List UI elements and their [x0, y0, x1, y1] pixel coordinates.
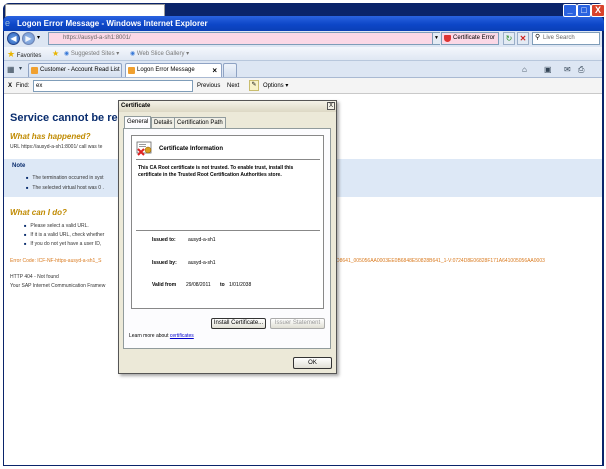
search-input[interactable]: Live Search [532, 32, 600, 45]
certificate-dialog-title: Certificate [119, 101, 336, 112]
suggested-sites-label: Suggested Sites ▾ [70, 51, 120, 57]
ok-button[interactable]: OK [293, 357, 332, 369]
issued-by-value: ausyd-a-sh1 [188, 260, 216, 266]
can-do-item: If you do not yet have a user ID, [24, 240, 101, 248]
suggested-sites-link[interactable]: ◉ Suggested Sites ▾ [64, 49, 119, 59]
http-status: HTTP 404 - Not found [10, 274, 59, 280]
learn-more-line: Learn more about certificates [129, 333, 194, 339]
shield-icon [444, 35, 451, 42]
refresh-icon[interactable]: ↻ [503, 32, 515, 45]
tab-customer-account[interactable]: Customer - Account Read List [28, 63, 122, 77]
tab-certification-path[interactable]: Certification Path [174, 117, 226, 128]
note-item: The selected virtual host was 0 . [26, 184, 103, 192]
find-input[interactable]: ex [33, 80, 193, 92]
can-do-item: Please select a valid URL. [24, 222, 88, 230]
ie-icon: e [5, 18, 11, 28]
issuer-statement-button[interactable]: Issuer Statement [270, 318, 325, 329]
divider [136, 159, 320, 160]
add-favorite-icon[interactable]: ★ [52, 49, 59, 59]
issued-to-label: Issued to: [152, 237, 176, 243]
favorites-label: Favorites [16, 53, 42, 59]
certificate-warning-icon [136, 141, 152, 156]
tab-general[interactable]: General [124, 116, 152, 128]
valid-from-label: Valid from [152, 282, 177, 288]
print-icon[interactable]: ⎙ [578, 64, 584, 75]
recent-pages-chevron-icon[interactable]: ▾ [37, 34, 40, 41]
certificate-info-heading: Certificate Information [159, 146, 224, 152]
valid-from-value: 29/08/2011 [186, 282, 211, 288]
can-do-item: If it is a valid URL, check whether [24, 231, 104, 239]
address-input[interactable]: https://ausyd-a-sh1:8001/ [48, 32, 440, 45]
search-icon: ⚲ [535, 34, 541, 41]
forward-icon[interactable]: ▶ [22, 32, 35, 45]
ie-page-icon: ◉ [64, 51, 71, 57]
certificate-error-button[interactable]: Certificate Error [441, 32, 499, 45]
tab-logon-error[interactable]: Logon Error Message × [125, 63, 222, 77]
note-title: Note [12, 163, 26, 169]
stop-icon[interactable]: ✕ [517, 32, 529, 45]
back-icon[interactable]: ◀ [7, 32, 20, 45]
tab-label: Logon Error Message [137, 67, 195, 73]
learn-more-text: Learn more about [129, 333, 169, 339]
divider [136, 230, 320, 231]
maximize-button[interactable]: □ [577, 4, 591, 17]
valid-to-label: to [220, 282, 225, 288]
address-dropdown-icon[interactable]: ▼ [432, 33, 440, 44]
quick-tabs-icon[interactable]: ▦ [7, 64, 15, 75]
find-options-button[interactable]: Options ▾ [263, 81, 288, 91]
section-what-can-i-do: What can I do? [10, 208, 67, 217]
tab-list-chevron-icon[interactable]: ▾ [19, 64, 22, 75]
highlight-icon[interactable]: ✎ [249, 80, 259, 91]
install-certificate-button[interactable]: Install Certificate... [211, 318, 266, 329]
close-tab-icon[interactable]: × [212, 64, 217, 77]
window-title: Logon Error Message - Windows Internet E… [3, 16, 604, 31]
web-slice-gallery-link[interactable]: ◉ Web Slice Gallery ▾ [130, 49, 189, 59]
tab-details[interactable]: Details [151, 117, 176, 128]
error-code-text: Error Code: ICF-NF-https-ausyd-a-sh1_S [10, 258, 102, 264]
section-what-happened: What has happened? [10, 132, 91, 141]
close-window-button[interactable]: X [591, 4, 605, 17]
certificates-link[interactable]: certificates [170, 333, 194, 339]
issued-by-label: Issued by: [152, 260, 177, 266]
new-tab-button[interactable] [223, 63, 237, 77]
minimize-button[interactable]: _ [563, 4, 577, 17]
find-next-button[interactable]: Next [227, 81, 239, 91]
ie-page-icon: ◉ [130, 51, 137, 57]
error-code-text-continued: D8641_005056AA0003EE0B6848E50828B641_1-V… [336, 258, 545, 264]
web-slice-gallery-label: Web Slice Gallery ▾ [136, 51, 190, 57]
feeds-icon[interactable]: ▣ [544, 64, 552, 75]
star-icon: ★ [7, 49, 16, 59]
dialog-close-button[interactable]: X [327, 102, 335, 110]
tab-label: Customer - Account Read List [40, 67, 120, 73]
favorites-button[interactable]: ★ Favorites [7, 49, 41, 59]
find-previous-button[interactable]: Previous [197, 81, 220, 91]
url-line: URL https://ausyd-a-sh1:8001/ call was t… [10, 144, 103, 150]
find-label: Find: [16, 83, 30, 89]
note-item: The termination occurred in syst [26, 174, 103, 182]
certificate-error-label: Certificate Error [453, 35, 496, 41]
sap-framework-line: Your SAP Internet Communication Framew [10, 283, 106, 289]
home-icon[interactable]: ⌂ [522, 64, 527, 75]
certificate-untrusted-message: This CA Root certificate is not trusted.… [138, 165, 294, 178]
page-icon [128, 67, 135, 74]
issued-to-value: ausyd-a-sh1 [188, 237, 216, 243]
valid-to-value: 1/01/2038 [229, 282, 252, 288]
find-close-icon[interactable]: X [8, 81, 12, 91]
page-icon [31, 67, 38, 74]
page-title: Service cannot be rea [10, 112, 124, 124]
mail-icon[interactable]: ✉ [564, 64, 571, 75]
